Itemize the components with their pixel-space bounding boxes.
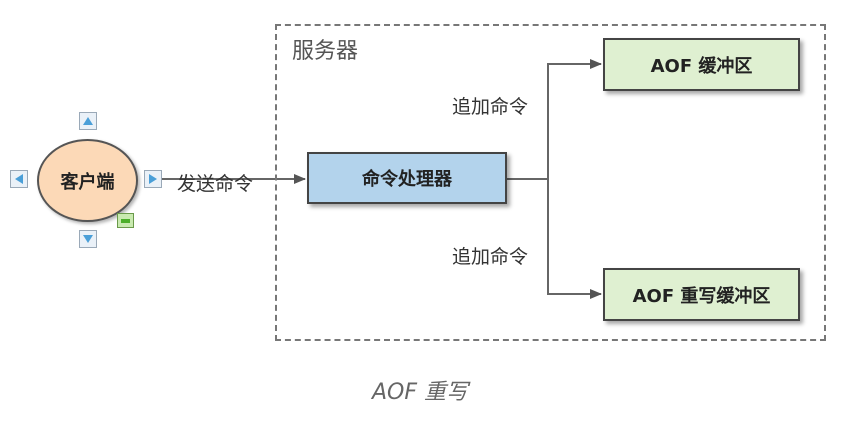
connect-left-handle[interactable]: [10, 170, 28, 188]
aof-buffer-node[interactable]: AOF 缓冲区: [603, 38, 800, 91]
append-command-label-bottom: 追加命令: [452, 246, 529, 268]
connect-right-handle[interactable]: [144, 170, 162, 188]
triangle-right-icon: [149, 174, 157, 184]
command-processor-node[interactable]: 命令处理器: [307, 152, 507, 204]
connect-up-handle[interactable]: [79, 112, 97, 130]
client-label: 客户端: [60, 171, 115, 193]
triangle-up-icon: [83, 117, 93, 125]
client-node[interactable]: 客户端: [37, 139, 138, 222]
append-command-label-top: 追加命令: [452, 96, 529, 118]
triangle-left-icon: [15, 174, 23, 184]
triangle-down-icon: [83, 235, 93, 243]
minus-icon: [121, 218, 130, 223]
connect-down-handle[interactable]: [79, 230, 97, 248]
aof-buffer-label: AOF 缓冲区: [650, 55, 753, 77]
aof-rewrite-buffer-node[interactable]: AOF 重写缓冲区: [603, 268, 800, 321]
aof-rewrite-buffer-label: AOF 重写缓冲区: [632, 285, 771, 307]
collapse-handle[interactable]: [117, 213, 134, 228]
send-command-label: 发送命令: [177, 173, 254, 195]
server-label: 服务器: [292, 39, 359, 64]
diagram-caption: AOF 重写: [372, 380, 469, 405]
command-processor-label: 命令处理器: [362, 169, 452, 190]
